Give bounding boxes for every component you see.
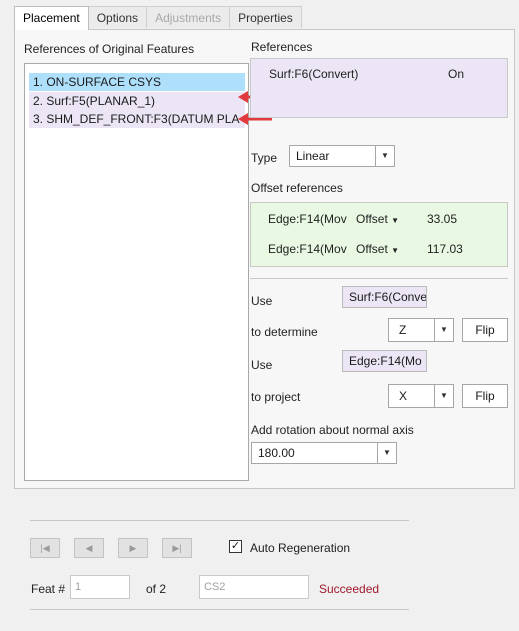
original-references-list[interactable]: 1. ON-SURFACE CSYS 2. Surf:F5(PLANAR_1) …: [24, 63, 249, 481]
table-row[interactable]: Edge:F14(Mov Offset ▼ 33.05: [251, 208, 507, 230]
determine-label: to determine: [251, 325, 318, 339]
rotation-select[interactable]: 180.00 ▼: [251, 442, 397, 464]
offset-type-select[interactable]: Offset ▼: [356, 212, 399, 226]
offset-references-heading: Offset references: [251, 181, 343, 195]
tab-bar: Placement Options Adjustments Properties: [14, 6, 302, 30]
divider: [250, 278, 508, 279]
feat-number-label: Feat #: [31, 582, 66, 596]
project-label: to project: [251, 390, 301, 404]
feat-name-input[interactable]: CS2: [199, 575, 309, 599]
auto-regeneration-label: Auto Regeneration: [250, 541, 351, 555]
rotation-value: 180.00: [258, 446, 295, 460]
tab-options[interactable]: Options: [87, 6, 148, 28]
chevron-down-icon: ▼: [375, 146, 394, 166]
project-axis-value: X: [399, 389, 408, 403]
divider: [30, 609, 409, 610]
first-feature-button[interactable]: |◀: [30, 538, 60, 558]
previous-feature-button[interactable]: ◀: [74, 538, 104, 558]
chevron-down-icon: ▼: [434, 319, 453, 341]
skip-first-icon: |◀: [40, 543, 50, 553]
previous-icon: ◀: [85, 543, 93, 553]
table-row[interactable]: Edge:F14(Mov Offset ▼ 117.03: [251, 238, 507, 260]
reference-status: On: [448, 67, 465, 81]
orientation-reference-2[interactable]: Edge:F14(Mo: [342, 350, 427, 372]
divider: [30, 520, 409, 521]
type-label: Type: [251, 151, 278, 165]
offset-type-select[interactable]: Offset ▼: [356, 242, 399, 256]
use-label: Use: [251, 294, 273, 308]
offset-ref: Edge:F14(Mov: [268, 242, 347, 256]
offset-references-table: Edge:F14(Mov Offset ▼ 33.05 Edge:F14(Mov…: [250, 202, 508, 267]
chevron-down-icon: ▼: [377, 443, 396, 463]
next-feature-button[interactable]: ▶: [118, 538, 148, 558]
project-axis-select[interactable]: X ▼: [388, 384, 454, 408]
flip-button[interactable]: Flip: [462, 384, 508, 408]
references-heading: References: [251, 40, 313, 54]
list-item[interactable]: 3. SHM_DEF_FRONT:F3(DATUM PLA: [29, 110, 245, 128]
check-icon: ✓: [230, 540, 241, 552]
chevron-down-icon: ▼: [391, 246, 400, 255]
determine-axis-select[interactable]: Z ▼: [388, 318, 454, 342]
orientation-reference-1[interactable]: Surf:F6(Conve: [342, 286, 427, 308]
tab-placement[interactable]: Placement: [14, 6, 89, 30]
reference-item[interactable]: Surf:F6(Convert): [269, 67, 358, 81]
skip-last-icon: ▶|: [172, 543, 182, 553]
regeneration-status: Succeeded: [319, 582, 380, 596]
references-collector[interactable]: Surf:F6(Convert) On: [250, 58, 508, 118]
rotation-label: Add rotation about normal axis: [251, 423, 414, 437]
use-label: Use: [251, 358, 273, 372]
flip-button[interactable]: Flip: [462, 318, 508, 342]
determine-axis-value: Z: [399, 323, 407, 337]
type-value: Linear: [296, 149, 330, 163]
feat-total-label: of 2: [146, 582, 167, 596]
original-references-heading: References of Original Features: [24, 42, 195, 56]
tab-properties[interactable]: Properties: [229, 6, 302, 28]
list-item[interactable]: 1. ON-SURFACE CSYS: [29, 73, 245, 91]
chevron-down-icon: ▼: [434, 385, 453, 407]
feat-number-input[interactable]: 1: [70, 575, 130, 599]
offset-value[interactable]: 117.03: [427, 242, 463, 256]
next-icon: ▶: [129, 543, 137, 553]
tab-adjustments[interactable]: Adjustments: [146, 6, 231, 28]
offset-value[interactable]: 33.05: [427, 212, 457, 226]
offset-ref: Edge:F14(Mov: [268, 212, 347, 226]
type-select[interactable]: Linear ▼: [289, 145, 395, 167]
auto-regeneration-checkbox[interactable]: ✓: [229, 540, 242, 553]
list-item[interactable]: 2. Surf:F5(PLANAR_1): [29, 92, 245, 110]
last-feature-button[interactable]: ▶|: [162, 538, 192, 558]
chevron-down-icon: ▼: [391, 216, 400, 225]
